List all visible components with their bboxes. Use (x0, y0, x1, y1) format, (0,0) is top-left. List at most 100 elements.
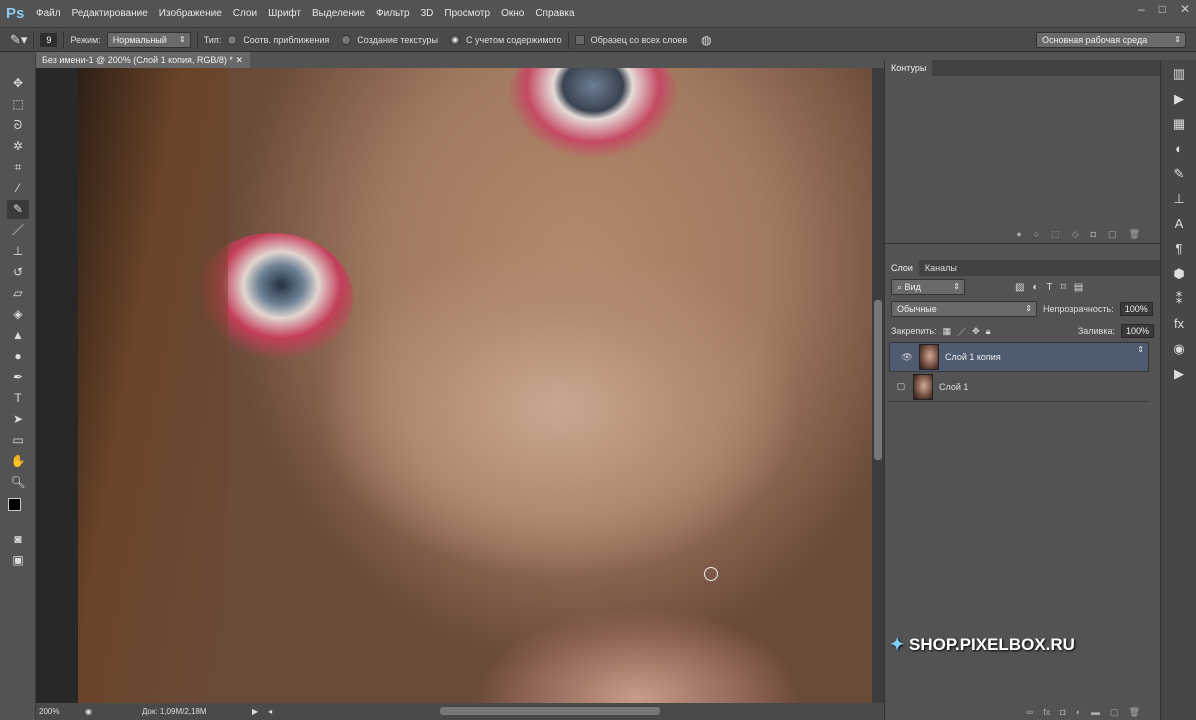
layer-row[interactable]: 👁︎ Слой 1 копия (889, 342, 1149, 372)
share-icon[interactable]: ◉ (85, 707, 92, 716)
menu-help[interactable]: Справка (535, 8, 574, 19)
image-canvas[interactable] (78, 68, 872, 703)
menu-3d[interactable]: 3D (421, 8, 434, 19)
tab-channels[interactable]: Каналы (919, 260, 963, 276)
styles-icon[interactable]: fx (1167, 313, 1191, 335)
menu-type[interactable]: Шрифт (268, 8, 301, 19)
layer-filter-select[interactable]: ⌕ Вид (891, 279, 965, 295)
eye-icon[interactable]: 👁︎ (895, 350, 919, 364)
menu-file[interactable]: Файл (36, 8, 61, 19)
tab-contours[interactable]: Контуры (885, 60, 933, 76)
properties-icon[interactable]: ▶ (1167, 363, 1191, 385)
close-tab-icon[interactable]: ✕ (235, 55, 243, 65)
group-icon[interactable]: ▬ (1091, 707, 1100, 718)
brush-size-picker[interactable]: 9 (40, 32, 58, 47)
hand-tool-icon[interactable]: ✋ (7, 452, 29, 471)
menu-edit[interactable]: Редактирование (72, 8, 148, 19)
shape-tool-icon[interactable]: ▭ (7, 431, 29, 450)
lock-pixels-icon[interactable]: ▦ (943, 326, 952, 337)
mode-select[interactable]: Нормальный (106, 31, 191, 48)
radio-create-texture[interactable] (341, 34, 352, 45)
color-swatches[interactable] (6, 496, 29, 526)
visibility-toggle[interactable]: ▢ (889, 381, 913, 392)
marquee-tool-icon[interactable]: ⬚ (7, 95, 29, 114)
stamp-tool-icon[interactable]: ⊥ (7, 242, 29, 261)
layer-row[interactable]: ▢ Слой 1 (889, 372, 1149, 402)
menu-view[interactable]: Просмотр (444, 8, 490, 19)
filter-pixel-icon[interactable]: ▨ (1015, 282, 1024, 293)
3d-icon[interactable]: ⬢ (1167, 263, 1191, 285)
delete-layer-icon[interactable]: 🗑︎ (1129, 707, 1140, 718)
make-path-icon[interactable]: ◇ (1072, 229, 1079, 240)
adjustment-icon[interactable]: ◐ (1076, 707, 1081, 718)
load-selection-icon[interactable]: ⬚ (1051, 229, 1060, 240)
lock-paint-icon[interactable]: ／ (957, 325, 966, 338)
close-icon[interactable]: ✕ (1180, 2, 1190, 16)
new-layer-icon[interactable]: ▢ (1110, 707, 1119, 718)
new-path-icon[interactable]: ▢ (1108, 229, 1117, 240)
eraser-icon[interactable]: ▱ (7, 284, 29, 303)
swatches-icon[interactable]: ▦ (1167, 113, 1191, 135)
screen-mode-icon[interactable]: ▣ (7, 551, 29, 570)
type-tool-icon[interactable]: T (7, 389, 29, 408)
radio-proximity-match[interactable] (227, 34, 238, 45)
fx-icon[interactable]: fx (1043, 707, 1050, 718)
radio-content-aware[interactable] (450, 34, 461, 45)
lock-all-icon[interactable]: 🔒︎ (986, 326, 991, 337)
scroll-left-icon[interactable]: ◂ (268, 707, 272, 716)
actions-icon[interactable]: ▶ (1167, 88, 1191, 110)
healing-brush-icon[interactable]: ✎ (7, 200, 29, 219)
status-menu-arrow[interactable]: ▶ (252, 707, 258, 716)
timeline-icon[interactable]: ⁑ (1167, 288, 1191, 310)
history-icon[interactable]: ▥ (1167, 63, 1191, 85)
quick-mask-icon[interactable]: ◙ (7, 530, 29, 549)
tab-layers[interactable]: Слои (885, 260, 919, 276)
fill-path-icon[interactable]: ● (1016, 229, 1021, 240)
foreground-color[interactable] (8, 498, 21, 511)
info-icon[interactable]: ◉ (1167, 338, 1191, 360)
lasso-tool-icon[interactable]: ᘐ (7, 116, 29, 135)
filter-shape-icon[interactable]: ⌑ (1061, 282, 1066, 293)
workspace-select[interactable]: Основная рабочая среда (1036, 31, 1186, 48)
stroke-path-icon[interactable]: ○ (1034, 229, 1039, 240)
history-brush-icon[interactable]: ↺ (7, 263, 29, 282)
pressure-icon[interactable]: ◍ (701, 33, 711, 47)
minimize-icon[interactable]: – (1138, 2, 1145, 16)
lock-position-icon[interactable]: ✥ (972, 326, 980, 337)
spot-healing-brush-icon[interactable]: ✎▾ (10, 32, 27, 48)
maximize-icon[interactable]: □ (1159, 2, 1166, 16)
fill-input[interactable]: 100% (1120, 324, 1154, 338)
sample-all-layers-checkbox[interactable] (574, 34, 585, 45)
opacity-input[interactable]: 100% (1119, 302, 1153, 316)
mask-icon[interactable]: ◘ (1060, 707, 1065, 718)
move-tool-icon[interactable]: ✥ (7, 74, 29, 93)
paint-bucket-icon[interactable]: ◈ (7, 305, 29, 324)
vertical-scroll-thumb[interactable] (874, 300, 882, 460)
menu-filter[interactable]: Фильтр (376, 8, 410, 19)
document-tab[interactable]: Без имени-1 @ 200% (Слой 1 копия, RGB/8)… (36, 52, 250, 68)
add-mask-icon[interactable]: ◘ (1091, 229, 1096, 240)
dodge-tool-icon[interactable]: ● (7, 347, 29, 366)
blend-mode-select[interactable]: Обычные (891, 301, 1037, 317)
horizontal-scroll-thumb[interactable] (440, 707, 660, 715)
link-icon[interactable]: ∞ (1027, 707, 1033, 718)
filter-adjust-icon[interactable]: ◐ (1032, 282, 1038, 293)
menu-window[interactable]: Окно (501, 8, 524, 19)
magic-wand-icon[interactable]: ✲ (7, 137, 29, 156)
filter-smart-icon[interactable]: ▤ (1074, 282, 1083, 293)
blur-tool-icon[interactable]: ▲ (7, 326, 29, 345)
zoom-tool-icon[interactable]: 🔍︎ (7, 473, 29, 492)
menu-select[interactable]: Выделение (312, 8, 365, 19)
menu-image[interactable]: Изображение (159, 8, 222, 19)
path-select-icon[interactable]: ➤ (7, 410, 29, 429)
pen-tool-icon[interactable]: ✒ (7, 368, 29, 387)
character-icon[interactable]: A (1167, 213, 1191, 235)
brushes-icon[interactable]: ✎ (1167, 163, 1191, 185)
paragraph-icon[interactable]: ¶ (1167, 238, 1191, 260)
eyedropper-icon[interactable]: ⁄ (7, 179, 29, 198)
delete-path-icon[interactable]: 🗑︎ (1129, 229, 1140, 240)
crop-tool-icon[interactable]: ⌗ (7, 158, 29, 177)
brush-tool-icon[interactable]: ／ (7, 221, 29, 240)
adjustments-icon[interactable]: ◐ (1167, 138, 1191, 160)
clone-source-icon[interactable]: ⊥ (1167, 188, 1191, 210)
